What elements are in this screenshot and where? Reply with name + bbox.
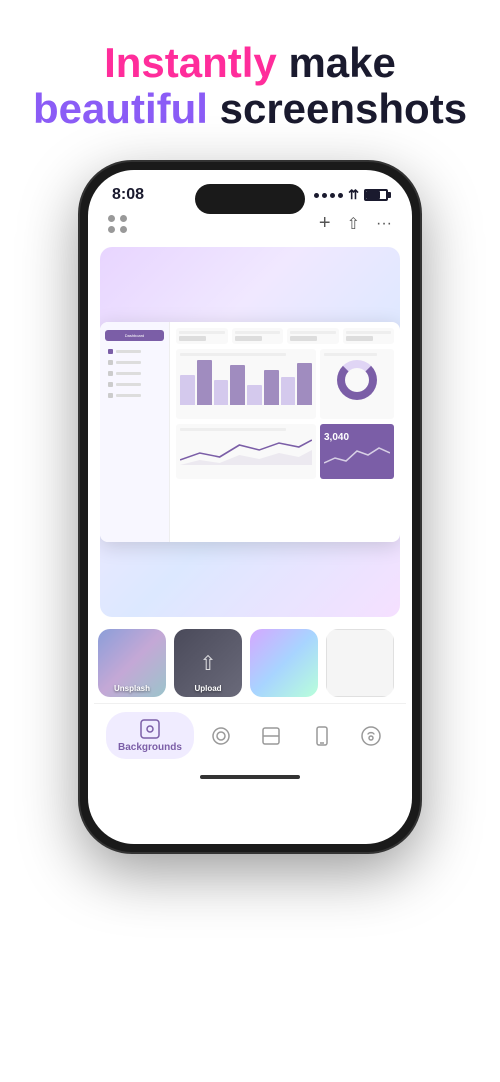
- battery-fill: [366, 191, 380, 199]
- metric-card: 3,040: [320, 424, 394, 479]
- headline-screenshots: screenshots: [208, 85, 467, 132]
- dash-sidebar-item-5: [105, 391, 164, 400]
- upload-icon: ⇧: [200, 651, 217, 676]
- dashboard-stats-row: [176, 328, 394, 344]
- phone-mockup: 8:08 ⇈: [80, 162, 420, 852]
- browser-tabs-icon[interactable]: [108, 215, 128, 233]
- browser-dot-4: [120, 226, 127, 233]
- dash-sidebar-item-4: [105, 380, 164, 389]
- bar-1: [180, 375, 195, 405]
- dashboard-mockup: Dashboard: [100, 322, 400, 542]
- share-button[interactable]: ⇧: [347, 214, 360, 234]
- style-icon: [260, 725, 282, 747]
- signal-dot-4: [338, 193, 343, 198]
- nav-item-backgrounds[interactable]: Backgrounds: [106, 712, 194, 759]
- status-time: 8:08: [112, 186, 144, 204]
- browser-actions: + ⇧ ···: [319, 212, 392, 235]
- dashboard-bottom-row: 3,040: [176, 424, 394, 479]
- nav-item-device[interactable]: [298, 719, 344, 753]
- signal-icon: [314, 193, 343, 198]
- dashboard-charts-row: [176, 349, 394, 419]
- stat-card-2: [232, 328, 284, 344]
- home-indicator: [200, 775, 300, 779]
- thumbnail-gradient1[interactable]: [250, 629, 318, 697]
- bar-7: [281, 377, 296, 405]
- thumbnails-scroll[interactable]: Unsplash ⇧ Upload: [98, 629, 402, 697]
- line-chart: [176, 424, 316, 479]
- sparkline: [324, 443, 390, 473]
- signal-dot-2: [322, 193, 327, 198]
- nav-label-backgrounds: Backgrounds: [118, 742, 182, 753]
- bar-3: [214, 380, 229, 405]
- header-section: Instantly make beautiful screenshots: [0, 0, 500, 152]
- phone-screen: 8:08 ⇈: [88, 170, 412, 844]
- thumbnail-unsplash[interactable]: Unsplash: [98, 629, 166, 697]
- more-button[interactable]: ···: [376, 215, 392, 233]
- signal-dot-1: [314, 193, 319, 198]
- line-chart-svg: [180, 435, 312, 465]
- stat-card-4: [343, 328, 395, 344]
- thumbnail-gradient1-bg: [250, 629, 318, 697]
- headline-line1: Instantly make: [20, 40, 480, 86]
- thumbnail-upload[interactable]: ⇧ Upload: [174, 629, 242, 697]
- battery-icon: [364, 189, 388, 201]
- bar-8: [297, 363, 312, 405]
- headline-make: make: [277, 39, 396, 86]
- bar-6: [264, 370, 279, 405]
- browser-dot-3: [108, 226, 115, 233]
- device-icon: [310, 725, 332, 747]
- dashboard-main: 3,040: [170, 322, 400, 542]
- dash-sidebar-item-3: [105, 369, 164, 378]
- browser-dot-1: [108, 215, 115, 222]
- phone-container: 8:08 ⇈: [0, 162, 500, 852]
- headline-line2: beautiful screenshots: [20, 86, 480, 132]
- add-tab-button[interactable]: +: [319, 212, 331, 235]
- status-icons: ⇈: [314, 187, 388, 203]
- dash-sidebar-item-1: [105, 347, 164, 356]
- bar-4: [230, 365, 245, 405]
- thumbnail-unsplash-label: Unsplash: [98, 684, 166, 693]
- wifi-icon: ⇈: [348, 187, 359, 203]
- stat-card-3: [287, 328, 339, 344]
- bar-chart: [176, 349, 316, 419]
- thumbnails-area: Unsplash ⇧ Upload: [88, 621, 412, 703]
- frames-icon: [210, 725, 232, 747]
- headline-instantly: Instantly: [104, 39, 277, 86]
- thumbnail-white[interactable]: [326, 629, 394, 697]
- dashboard-sidebar-header: Dashboard: [105, 330, 164, 341]
- screenshot-preview: Dashboard: [100, 247, 400, 617]
- nav-item-style[interactable]: [248, 719, 294, 753]
- export-icon: [360, 725, 382, 747]
- stat-card-1: [176, 328, 228, 344]
- backgrounds-icon: [139, 718, 161, 740]
- bar-chart-bars: [180, 360, 312, 405]
- signal-dot-3: [330, 193, 335, 198]
- dash-sidebar-item-2: [105, 358, 164, 367]
- headline-beautiful: beautiful: [33, 85, 208, 132]
- dynamic-island: [195, 184, 305, 214]
- metric-value: 3,040: [324, 432, 390, 443]
- donut-chart-circle: [337, 360, 377, 400]
- dashboard-sidebar: Dashboard: [100, 322, 170, 542]
- nav-item-export[interactable]: [348, 719, 394, 753]
- bottom-nav: Backgrounds: [94, 703, 406, 771]
- browser-dot-2: [120, 215, 127, 222]
- bar-5: [247, 385, 262, 405]
- thumbnail-white-bg: [326, 629, 394, 697]
- nav-item-frames[interactable]: [198, 719, 244, 753]
- thumbnail-upload-label: Upload: [174, 684, 242, 693]
- bar-2: [197, 360, 212, 405]
- donut-chart: [320, 349, 394, 419]
